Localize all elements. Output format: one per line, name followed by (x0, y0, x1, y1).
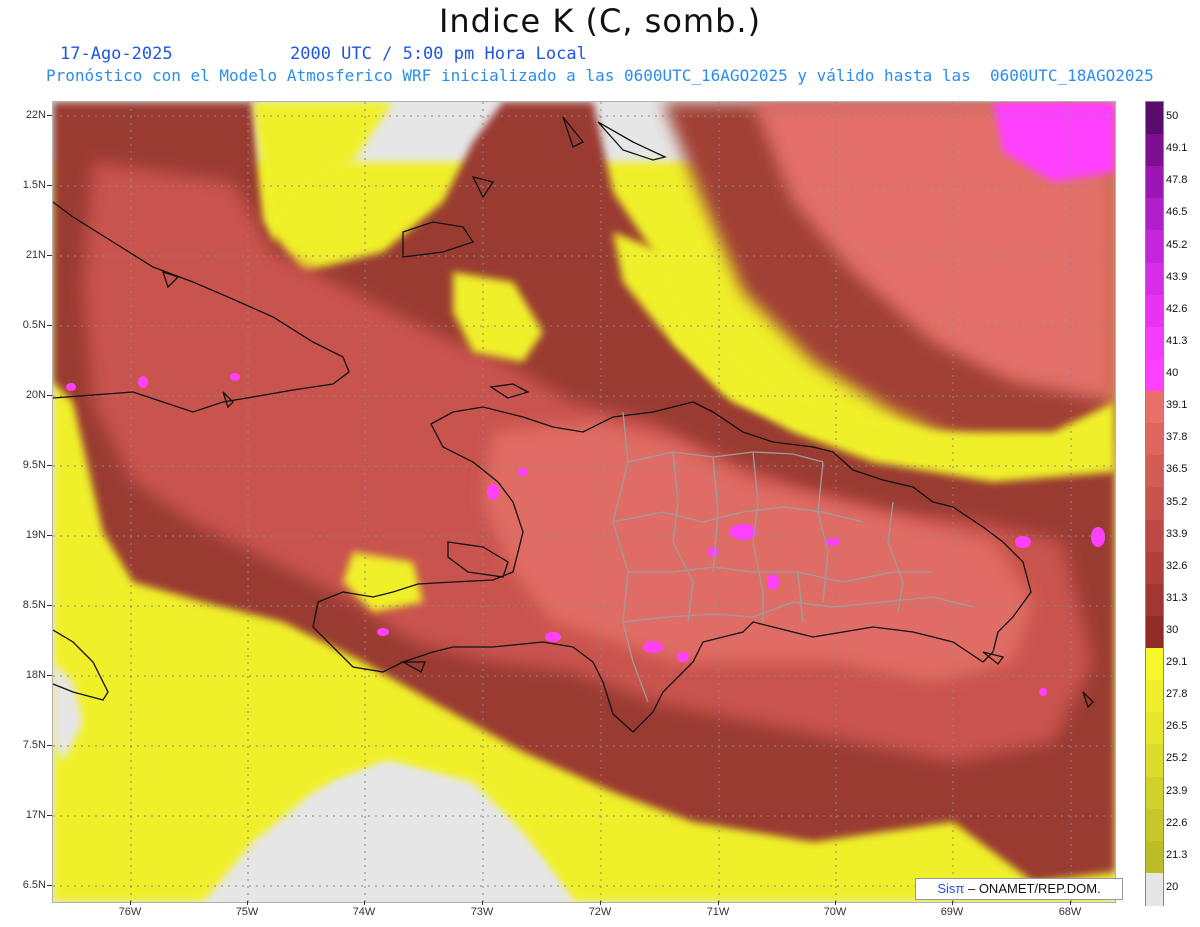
lat-label-19-5n: 9.5N (22, 459, 46, 471)
colorbar-swatch (1146, 519, 1163, 553)
colorbar-label: 21.3 (1166, 848, 1188, 861)
lat-label-19n: 19N (25, 529, 46, 541)
map-panel (52, 101, 1116, 903)
map-title: Indice K (C, somb.) (438, 2, 762, 40)
lat-label-17-5n: 7.5N (22, 739, 46, 751)
colorbar-label: 40 (1166, 367, 1179, 380)
k-index-field (53, 102, 1115, 902)
colorbar-swatch (1146, 230, 1163, 264)
colorbar-label: 50 (1166, 110, 1179, 123)
colorbar-swatch (1146, 358, 1163, 393)
colorbar-label: 32.6 (1166, 559, 1188, 572)
colorbar-label: 35.2 (1166, 495, 1188, 508)
credit-box: Sisπ – ONAMET/REP.DOM. (915, 878, 1123, 900)
colorbar-swatch (1146, 776, 1163, 810)
colorbar-label: 29.1 (1166, 656, 1188, 669)
colorbar-swatch (1146, 198, 1163, 232)
colorbar-swatch (1146, 872, 1163, 906)
colorbar-swatch (1146, 680, 1163, 714)
lat-label-20-5n: 0.5N (22, 319, 46, 331)
lon-label-70w: 70W (823, 906, 847, 918)
colorbar-label: 23.9 (1166, 784, 1188, 797)
colorbar-label: 33.9 (1166, 527, 1188, 540)
colorbar-swatch (1146, 326, 1163, 360)
lat-label-18-5n: 8.5N (22, 599, 46, 611)
colorbar-swatch (1146, 744, 1163, 778)
colorbar-label: 49.1 (1166, 142, 1188, 155)
lon-label-74w: 74W (352, 906, 376, 918)
colorbar-label: 26.5 (1166, 720, 1188, 733)
colorbar-swatch (1146, 808, 1163, 842)
colorbar-swatch (1146, 134, 1163, 168)
sispi-logo: Sisπ (937, 881, 965, 896)
colorbar-label: 41.3 (1166, 334, 1188, 347)
colorbar-label: 27.8 (1166, 688, 1188, 701)
colorbar-swatch (1146, 840, 1163, 874)
lon-label-73w: 73W (470, 906, 494, 918)
colorbar-swatch (1146, 615, 1163, 650)
colorbar-label: 43.9 (1166, 270, 1188, 283)
colorbar-label: 39.1 (1166, 399, 1188, 412)
colorbar-label: 45.2 (1166, 238, 1188, 251)
lon-label-69w: 69W (940, 906, 964, 918)
colorbar-label: 47.8 (1166, 174, 1188, 187)
colorbar-swatch (1146, 487, 1163, 521)
colorbar-label: 46.5 (1166, 206, 1188, 219)
colorbar (1145, 101, 1164, 906)
colorbar-swatch (1146, 551, 1163, 585)
colorbar-label: 37.8 (1166, 431, 1188, 444)
credit-org: – ONAMET/REP.DOM. (964, 881, 1101, 896)
colorbar-label: 22.6 (1166, 816, 1188, 829)
lat-label-16-5n: 6.5N (22, 879, 46, 891)
colorbar-label: 30 (1166, 623, 1179, 636)
colorbar-swatch (1146, 391, 1163, 425)
colorbar-swatch (1146, 423, 1163, 457)
lat-label-21-5n: 1.5N (22, 179, 46, 191)
colorbar-swatch (1146, 583, 1163, 617)
colorbar-swatch (1146, 262, 1163, 296)
lat-label-20n: 20N (25, 389, 46, 401)
colorbar-label: 42.6 (1166, 302, 1188, 315)
lat-label-17n: 17N (25, 809, 46, 821)
colorbar-swatch (1146, 648, 1163, 682)
colorbar-label: 25.2 (1166, 752, 1188, 765)
colorbar-swatch (1146, 102, 1163, 136)
colorbar-label: 31.3 (1166, 591, 1188, 604)
lon-label-71w: 71W (706, 906, 730, 918)
lon-label-75w: 75W (235, 906, 259, 918)
lat-label-22n: 22N (25, 109, 46, 121)
lon-label-72w: 72W (588, 906, 612, 918)
lat-label-21n: 21N (25, 249, 46, 261)
colorbar-swatch (1146, 294, 1163, 328)
forecast-date: 17-Ago-2025 (60, 44, 173, 64)
lon-label-68w: 68W (1058, 906, 1082, 918)
colorbar-label: 36.5 (1166, 463, 1188, 476)
lat-label-18n: 18N (25, 669, 46, 681)
colorbar-swatch (1146, 166, 1163, 200)
valid-time: 2000 UTC / 5:00 pm Hora Local (290, 44, 587, 64)
colorbar-swatch (1146, 712, 1163, 746)
colorbar-swatch (1146, 455, 1163, 489)
colorbar-label: 20 (1166, 880, 1179, 893)
model-note: Pronóstico con el Modelo Atmosferico WRF… (46, 66, 1154, 85)
lon-label-76w: 76W (118, 906, 142, 918)
